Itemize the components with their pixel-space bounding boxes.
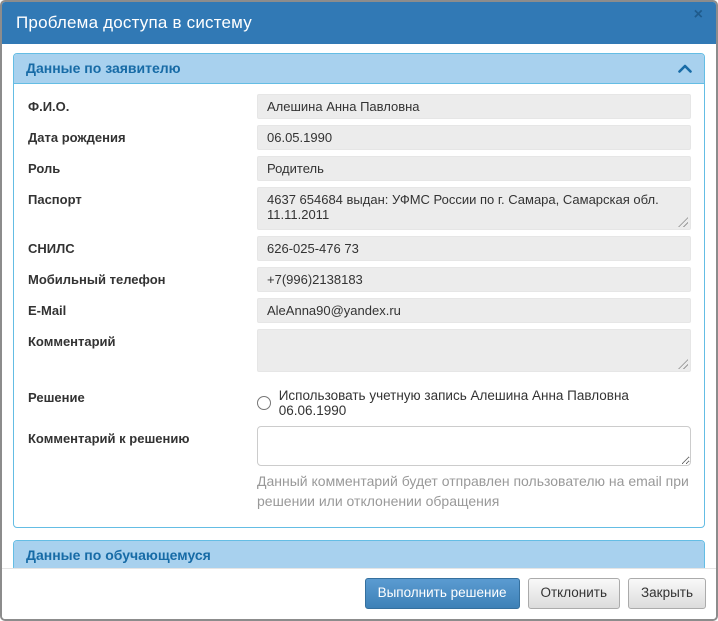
role-field[interactable]: Родитель [257, 156, 691, 181]
close-button[interactable]: Закрыть [628, 578, 706, 609]
reject-button[interactable]: Отклонить [528, 578, 621, 609]
birthdate-field[interactable]: 06.05.1990 [257, 125, 691, 150]
use-account-radio-label[interactable]: Использовать учетную запись Алешина Анна… [279, 388, 691, 418]
form-row-passport: Паспорт 4637 654684 выдан: УФМС России п… [27, 187, 691, 230]
dialog-body: Данные по заявителю Ф.И.О. Алешина Анна … [2, 44, 716, 568]
decision-comment-textarea[interactable] [257, 426, 691, 466]
form-row-fio: Ф.И.О. Алешина Анна Павловна [27, 94, 691, 119]
resize-grip-icon[interactable] [678, 359, 688, 369]
birthdate-label: Дата рождения [27, 125, 257, 145]
dialog-footer: Выполнить решение Отклонить Закрыть [2, 568, 716, 619]
student-panel: Данные по обучающемуся [13, 540, 705, 568]
use-account-radio[interactable] [257, 396, 271, 410]
resize-grip-icon[interactable] [678, 217, 688, 227]
decision-label: Решение [27, 385, 257, 405]
execute-decision-button[interactable]: Выполнить решение [365, 578, 520, 609]
dialog-titlebar: Проблема доступа в систему × [2, 2, 716, 44]
decision-comment-label: Комментарий к решению [27, 426, 257, 446]
phone-field[interactable]: +7(996)2138183 [257, 267, 691, 292]
form-row-decision-comment: Комментарий к решению [27, 426, 691, 466]
comment-label: Комментарий [27, 329, 257, 349]
applicant-panel-body: Ф.И.О. Алешина Анна Павловна Дата рожден… [14, 83, 704, 527]
fio-label: Ф.И.О. [27, 94, 257, 114]
email-label: E-Mail [27, 298, 257, 318]
form-row-phone: Мобильный телефон +7(996)2138183 [27, 267, 691, 292]
role-label: Роль [27, 156, 257, 176]
form-row-snils: СНИЛС 626-025-476 73 [27, 236, 691, 261]
passport-field[interactable]: 4637 654684 выдан: УФМС России по г. Сам… [257, 187, 691, 230]
helper-row: Данный комментарий будет отправлен польз… [27, 472, 691, 511]
student-panel-header[interactable]: Данные по обучающемуся [14, 541, 704, 568]
snils-field[interactable]: 626-025-476 73 [257, 236, 691, 261]
form-row-comment: Комментарий [27, 329, 691, 372]
form-row-role: Роль Родитель [27, 156, 691, 181]
fio-field[interactable]: Алешина Анна Павловна [257, 94, 691, 119]
access-problem-dialog: Проблема доступа в систему × Данные по з… [0, 0, 718, 621]
decision-comment-helper: Данный комментарий будет отправлен польз… [257, 472, 691, 511]
form-row-email: E-Mail AleAnna90@yandex.ru [27, 298, 691, 323]
comment-field[interactable] [257, 329, 691, 372]
phone-label: Мобильный телефон [27, 267, 257, 287]
passport-label: Паспорт [27, 187, 257, 207]
snils-label: СНИЛС [27, 236, 257, 256]
student-panel-title: Данные по обучающемуся [26, 547, 211, 563]
dialog-title: Проблема доступа в систему [16, 13, 252, 33]
chevron-up-icon[interactable] [678, 64, 692, 73]
close-icon[interactable]: × [694, 7, 703, 23]
form-row-birthdate: Дата рождения 06.05.1990 [27, 125, 691, 150]
helper-spacer [27, 472, 257, 511]
decision-radio-group: Использовать учетную запись Алешина Анна… [257, 385, 691, 418]
applicant-panel-title: Данные по заявителю [26, 60, 181, 76]
applicant-panel-header[interactable]: Данные по заявителю [14, 54, 704, 83]
applicant-panel: Данные по заявителю Ф.И.О. Алешина Анна … [13, 53, 705, 528]
form-row-decision: Решение Использовать учетную запись Алеш… [27, 385, 691, 418]
passport-field-text: 4637 654684 выдан: УФМС России по г. Сам… [267, 192, 662, 222]
email-field[interactable]: AleAnna90@yandex.ru [257, 298, 691, 323]
